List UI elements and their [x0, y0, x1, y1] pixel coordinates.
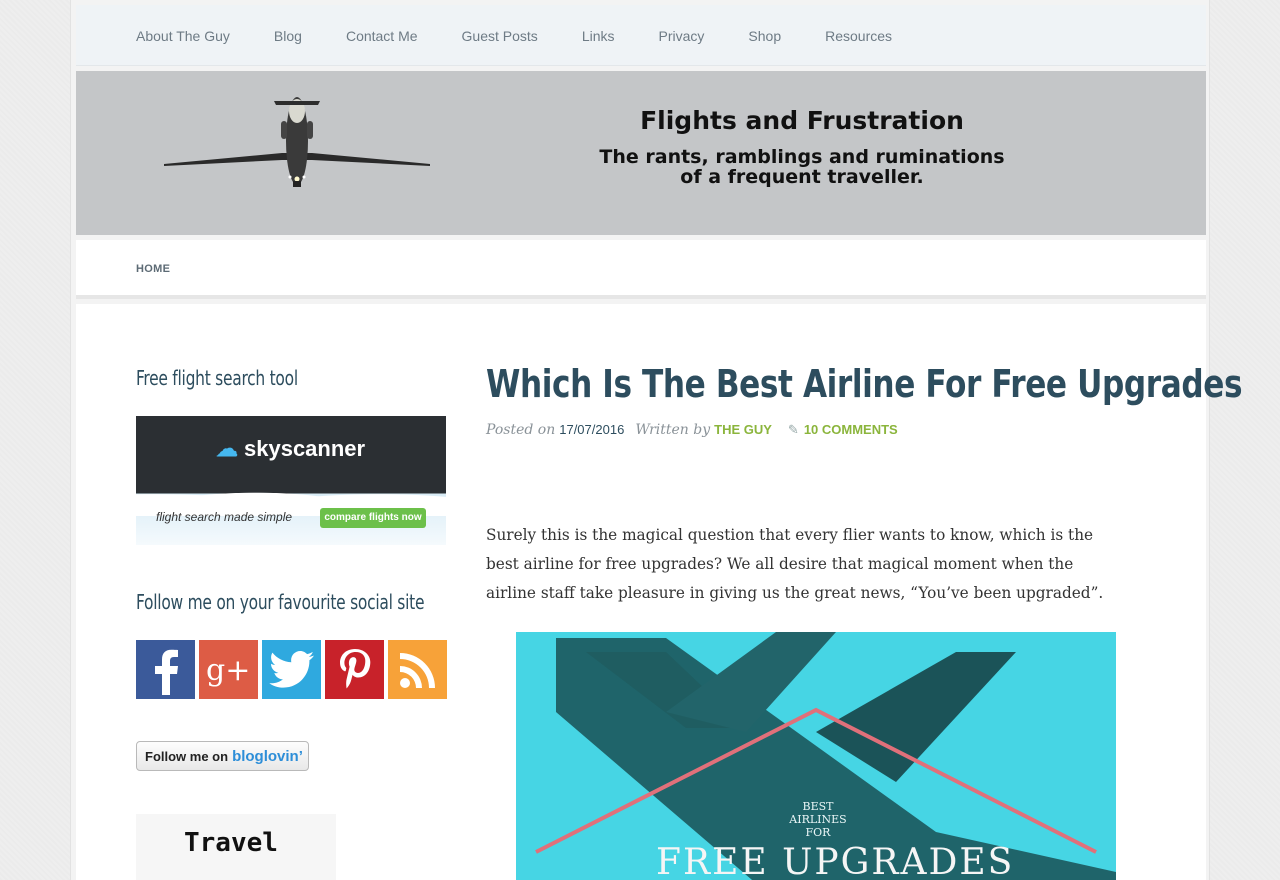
travel-banner-text: Travel — [184, 828, 278, 858]
pencil-icon: ✎ — [787, 422, 799, 437]
skyscanner-banner[interactable]: ☁ skyscanner flight search made simple co… — [136, 416, 446, 545]
post-featured-image: BEST AIRLINES FOR FREE UPGRADES — [516, 632, 1116, 880]
site-title: Flights and Frustration — [640, 106, 964, 135]
post-date[interactable]: 17/07/2016 — [559, 422, 624, 437]
cloud-icon: ☁ — [216, 436, 238, 461]
follow-bloglovin-button[interactable]: Follow me on bloglovin’ — [136, 741, 309, 771]
image-caption-large: FREE UPGRADES — [656, 842, 1015, 880]
google-plus-icon[interactable]: g+ — [199, 640, 258, 699]
nav-item-links[interactable]: Links — [582, 28, 615, 44]
post-body-paragraph: Surely this is the magical question that… — [486, 525, 1104, 602]
site-tagline: The rants, ramblings and ruminations of … — [596, 147, 1008, 187]
nav-item-blog[interactable]: Blog — [274, 28, 302, 44]
header-banner[interactable]: Flights and Frustration The rants, rambl… — [76, 71, 1206, 235]
post-title[interactable]: Which Is The Best Airline For Free Upgra… — [486, 362, 1243, 406]
nav-item-shop[interactable]: Shop — [748, 28, 781, 44]
written-by-label: Written by — [635, 422, 711, 438]
travel-banner[interactable]: Travel — [136, 814, 336, 880]
image-caption-small: BEST AIRLINES FOR — [789, 800, 847, 839]
airplane-image — [164, 97, 430, 187]
top-navigation: About The Guy Blog Contact Me Guest Post… — [76, 5, 1206, 66]
bloglovin-logo: bloglovin’ — [232, 747, 303, 765]
social-icons: g+ — [136, 640, 447, 699]
pinterest-icon[interactable] — [325, 640, 384, 699]
nav-item-contact[interactable]: Contact Me — [346, 28, 418, 44]
post-author[interactable]: THE GUY — [714, 422, 772, 437]
page-wrapper: About The Guy Blog Contact Me Guest Post… — [70, 0, 1243, 880]
social-widget-title: Follow me on your favourite social site — [136, 590, 425, 614]
nav-item-guest-posts[interactable]: Guest Posts — [462, 28, 538, 44]
comments-link[interactable]: 10 COMMENTS — [804, 422, 898, 437]
bloglovin-prefix: Follow me on — [145, 748, 229, 764]
facebook-icon[interactable] — [136, 640, 195, 699]
nav-home-link[interactable]: HOME — [136, 263, 170, 275]
rss-icon[interactable] — [388, 640, 447, 699]
posted-on-label: Posted on — [486, 422, 556, 438]
tagline-line-1: The rants, ramblings and ruminations — [599, 146, 1005, 168]
compare-flights-button[interactable]: compare flights now — [320, 508, 426, 528]
skyscanner-tagline: flight search made simple — [156, 510, 293, 524]
secondary-navigation: HOME — [76, 240, 1206, 299]
nav-item-resources[interactable]: Resources — [825, 28, 892, 44]
skyscanner-logo: ☁ skyscanner — [216, 436, 365, 462]
nav-item-about[interactable]: About The Guy — [136, 28, 230, 44]
main-content: Free flight search tool ☁ skyscanner flig… — [76, 304, 1243, 880]
tagline-line-2: of a frequent traveller. — [680, 166, 924, 188]
skyscanner-logo-text: skyscanner — [244, 436, 366, 461]
nav-item-privacy[interactable]: Privacy — [659, 28, 705, 44]
twitter-icon[interactable] — [262, 640, 321, 699]
svg-text:g+: g+ — [206, 653, 250, 688]
flight-search-widget-title: Free flight search tool — [136, 366, 298, 390]
post-meta: Posted on 17/07/2016 Written by THE GUY … — [486, 422, 898, 438]
